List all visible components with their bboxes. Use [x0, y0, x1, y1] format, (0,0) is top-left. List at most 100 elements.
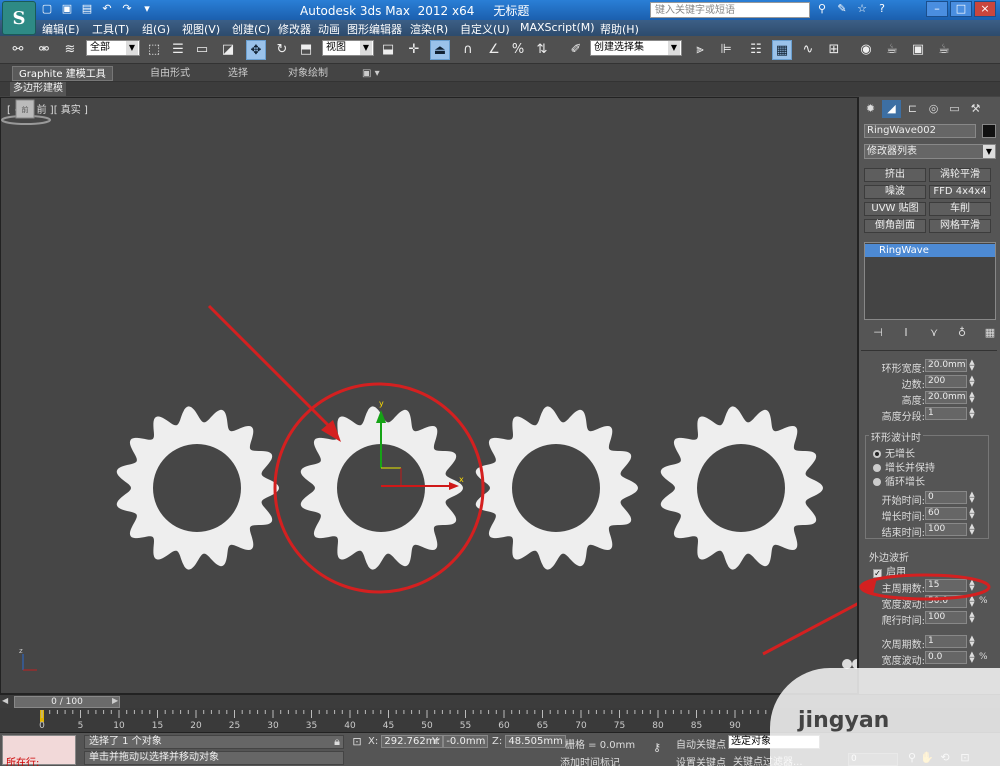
binoculars-icon[interactable]: ⚲ [815, 2, 829, 16]
tools-icon[interactable]: ✎ [835, 2, 849, 16]
add-time-tag[interactable]: 添加时间标记 [560, 754, 620, 766]
end-time-field[interactable]: 100 [925, 523, 967, 536]
app-logo-button[interactable]: S [2, 1, 36, 35]
schematic-view-icon[interactable]: ⊞ [824, 40, 844, 60]
new-file-icon[interactable]: ▢ [40, 2, 54, 16]
edit-named-selection-icon[interactable]: ✐ [566, 40, 586, 60]
ringwave-object-4[interactable] [660, 406, 823, 570]
unlink-icon[interactable]: ⚮ [34, 40, 54, 60]
tab-graphite-modeling[interactable]: Graphite 建模工具 [12, 66, 113, 81]
menu-graph-editors[interactable]: 图形编辑器 [347, 21, 402, 37]
grow-time-spinner[interactable]: ▲ ▼ [968, 507, 976, 520]
mirror-icon[interactable]: ⫸ [690, 40, 710, 60]
curve-editor-icon[interactable]: ∿ [798, 40, 818, 60]
make-unique-icon[interactable]: ⋎ [927, 326, 941, 340]
maxscript-listener[interactable]: 所在行: [2, 735, 76, 766]
start-time-spinner[interactable]: ▲ ▼ [968, 491, 976, 504]
next-frame-arrow-icon[interactable]: ▶ [112, 696, 118, 705]
height-field[interactable]: 20.0mm [925, 391, 967, 404]
modifier-noise-button[interactable]: 噪波 [864, 185, 926, 199]
rendered-frame-icon[interactable]: ▣ [908, 40, 928, 60]
crawl-time-field[interactable]: 100 [925, 611, 967, 624]
material-editor-icon[interactable]: ◉ [856, 40, 876, 60]
menu-tools[interactable]: 工具(T) [92, 21, 129, 37]
render-setup-icon[interactable]: ☕ [882, 40, 902, 60]
radio-grow-and-stay[interactable]: 增长并保持 [873, 459, 935, 474]
menu-maxscript[interactable]: MAXScript(M) [520, 21, 595, 34]
polygon-modeling-panel[interactable]: 多边形建模 [10, 82, 66, 96]
select-object-icon[interactable]: ⬚ [144, 40, 164, 60]
select-and-rotate-icon[interactable]: ↻ [272, 40, 292, 60]
height-segs-field[interactable]: 1 [925, 407, 967, 420]
front-viewport[interactable]: y x z [ + ][ 前 ][ 真实 ] 前 [0, 97, 858, 694]
object-name-field[interactable]: RingWave002 [864, 124, 976, 138]
modifier-ffd-button[interactable]: FFD 4x4x4 [929, 185, 991, 199]
ring-width-field[interactable]: 20.0mm [925, 359, 967, 372]
start-time-field[interactable]: 0 [925, 491, 967, 504]
height-segs-spinner[interactable]: ▲ ▼ [968, 407, 976, 420]
crawl-time-spinner[interactable]: ▲ ▼ [968, 611, 976, 624]
modifier-extrude-button[interactable]: 挤出 [864, 168, 926, 182]
time-slider[interactable]: 0 / 100 [14, 696, 120, 708]
menu-edit[interactable]: 编辑(E) [42, 21, 80, 37]
minor-cycles-field[interactable]: 1 [925, 635, 967, 648]
coord-z-field[interactable]: 48.505mm [505, 735, 566, 748]
grow-time-field[interactable]: 60 [925, 507, 967, 520]
viewcube-icon[interactable]: 前 [1, 98, 51, 128]
hierarchy-tab-icon[interactable]: ⊏ [903, 100, 922, 118]
maximize-button[interactable]: □ [950, 1, 972, 17]
keyboard-shortcut-override-icon[interactable]: ⏏ [430, 40, 450, 60]
end-time-spinner[interactable]: ▲ ▼ [968, 523, 976, 536]
menu-animation[interactable]: 动画 [318, 21, 340, 37]
menu-rendering[interactable]: 渲染(R) [410, 21, 448, 37]
set-key-button[interactable]: 设置关键点 [676, 754, 726, 766]
ringwave-object-1[interactable] [116, 406, 279, 570]
snaps-toggle-icon[interactable]: ∩ [458, 40, 478, 60]
selection-filter-dropdown[interactable]: 全部 ▼ [86, 40, 140, 56]
modifier-bevel-profile-button[interactable]: 倒角剖面 [864, 219, 926, 233]
select-manipulate-icon[interactable]: ✛ [404, 40, 424, 60]
modifier-turbosmooth-button[interactable]: 涡轮平滑 [929, 168, 991, 182]
reference-coord-dropdown[interactable]: 视图 ▼ [322, 40, 374, 56]
prev-frame-arrow-icon[interactable]: ◀ [2, 696, 8, 705]
modifier-meshsmooth-button[interactable]: 网格平滑 [929, 219, 991, 233]
window-crossing-icon[interactable]: ◪ [218, 40, 238, 60]
render-production-icon[interactable]: ☕ [934, 40, 954, 60]
select-and-scale-icon[interactable]: ⬒ [296, 40, 316, 60]
absolute-mode-icon[interactable]: ⊡ [350, 735, 364, 749]
angle-snap-icon[interactable]: ∠ [484, 40, 504, 60]
quick-access-dropdown-icon[interactable]: ▾ [140, 2, 154, 16]
align-icon[interactable]: ⊫ [716, 40, 736, 60]
save-icon[interactable]: ▤ [80, 2, 94, 16]
display-tab-icon[interactable]: ▭ [945, 100, 964, 118]
object-color-swatch[interactable] [982, 124, 996, 138]
modifier-lathe-button[interactable]: 车削 [929, 202, 991, 216]
pin-stack-icon[interactable]: ⊣ [871, 326, 885, 340]
menu-modifiers[interactable]: 修改器 [278, 21, 311, 37]
show-end-result-icon[interactable]: Ⅰ [899, 326, 913, 340]
utilities-tab-icon[interactable]: ⚒ [966, 100, 985, 118]
minor-width-flux-spinner[interactable]: ▲ ▼ [968, 651, 976, 664]
pivot-center-icon[interactable]: ⬓ [378, 40, 398, 60]
star-icon[interactable]: ☆ [855, 2, 869, 16]
modify-tab-icon[interactable]: ◢ [882, 100, 901, 118]
modifier-uvw-map-button[interactable]: UVW 贴图 [864, 202, 926, 216]
search-input[interactable]: 键入关键字或短语 [650, 2, 810, 18]
bind-spacewarp-icon[interactable]: ≋ [60, 40, 80, 60]
select-by-name-icon[interactable]: ☰ [168, 40, 188, 60]
tab-freeform[interactable]: 自由形式 [144, 66, 196, 81]
menu-customize[interactable]: 自定义(U) [460, 21, 510, 37]
graphite-toggle-icon[interactable]: ▦ [772, 40, 792, 60]
remove-modifier-icon[interactable]: ♁ [955, 326, 969, 340]
motion-tab-icon[interactable]: ◎ [924, 100, 943, 118]
close-button[interactable]: × [974, 1, 996, 17]
radio-no-growth[interactable]: 无增长 [873, 445, 915, 460]
percent-snap-icon[interactable]: % [508, 40, 528, 60]
tab-object-paint[interactable]: 对象绘制 [282, 66, 334, 81]
link-icon[interactable]: ⚯ [8, 40, 28, 60]
minor-width-flux-field[interactable]: 0.0 [925, 651, 967, 664]
set-key-icon[interactable]: ⚷ [650, 741, 664, 755]
spinner-snap-icon[interactable]: ⇅ [532, 40, 552, 60]
menu-views[interactable]: 视图(V) [182, 21, 220, 37]
ring-width-spinner[interactable]: ▲ ▼ [968, 359, 976, 372]
